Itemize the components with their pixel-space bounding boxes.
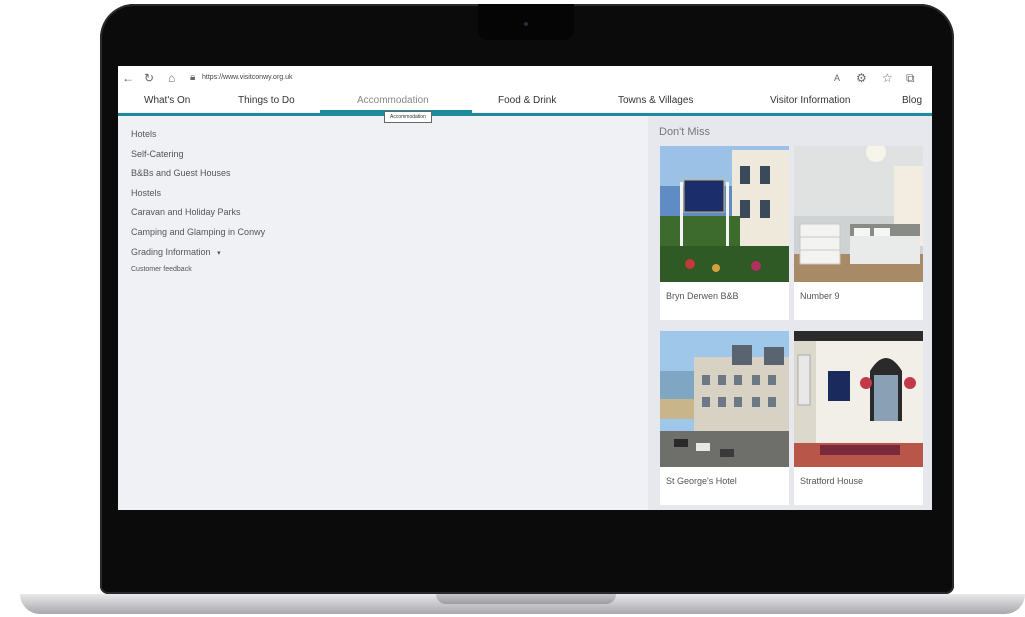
nav-food-drink[interactable]: Food & Drink	[498, 94, 556, 108]
card-title: Stratford House	[800, 476, 864, 486]
camera-icon	[524, 22, 528, 26]
menu-item-hotels[interactable]: Hotels	[131, 128, 157, 140]
card-bryn-derwen[interactable]: Bryn Derwen B&B	[660, 146, 789, 320]
menu-item-hostels[interactable]: Hostels	[131, 187, 161, 199]
nav-whats-on[interactable]: What's On	[144, 94, 190, 108]
collections-icon[interactable]: ⧉	[906, 70, 915, 86]
read-aloud-icon[interactable]: A	[834, 70, 840, 86]
browser-toolbar: ← ↻ ⌂ 🔒︎ https://www.visitconwy.org.uk A…	[118, 66, 932, 91]
nav-towns-villages[interactable]: Towns & Villages	[618, 94, 693, 108]
nav-things-to-do[interactable]: Things to Do	[238, 94, 295, 108]
menu-item-grading-information[interactable]: Grading Information ▾	[131, 246, 221, 260]
menu-item-caravan-holiday-parks[interactable]: Caravan and Holiday Parks	[131, 206, 241, 218]
card-title: St George's Hotel	[666, 476, 737, 486]
card-stratford-house[interactable]: Stratford House	[794, 331, 923, 505]
favorites-icon[interactable]: ☆	[882, 70, 893, 86]
chevron-down-icon: ▾	[217, 250, 221, 257]
refresh-icon[interactable]: ↻	[144, 70, 154, 86]
nav-accommodation[interactable]: Accommodation	[357, 94, 429, 108]
card-image	[660, 146, 789, 282]
menu-item-label: Grading Information	[131, 247, 211, 257]
card-image	[794, 331, 923, 467]
card-image	[794, 146, 923, 282]
card-image	[660, 331, 789, 467]
card-title: Number 9	[800, 291, 840, 301]
menu-item-self-catering[interactable]: Self-Catering	[131, 148, 184, 160]
extensions-icon[interactable]: ⚙	[856, 70, 867, 86]
card-title: Bryn Derwen B&B	[666, 291, 739, 301]
site-nav: What's On Things to Do Accommodation Foo…	[118, 90, 932, 112]
home-icon[interactable]: ⌂	[168, 70, 175, 86]
card-number-9[interactable]: Number 9	[794, 146, 923, 320]
nav-visitor-information[interactable]: Visitor Information	[770, 94, 850, 108]
laptop-base-notch	[436, 594, 616, 604]
card-st-georges-hotel[interactable]: St George's Hotel	[660, 331, 789, 505]
back-icon[interactable]: ←	[122, 70, 134, 86]
nav-tooltip: Accommodation	[384, 111, 432, 123]
menu-item-camping-glamping[interactable]: Camping and Glamping in Conwy	[131, 226, 265, 238]
menu-item-bnb-guest-houses[interactable]: B&Bs and Guest Houses	[131, 167, 231, 179]
address-bar[interactable]: https://www.visitconwy.org.uk	[202, 72, 293, 84]
lock-icon[interactable]: 🔒︎	[190, 70, 195, 86]
dont-miss-title: Don't Miss	[659, 126, 710, 138]
menu-item-customer-feedback[interactable]: Customer feedback	[131, 264, 192, 276]
nav-blog[interactable]: Blog	[902, 94, 922, 108]
screen: ← ↻ ⌂ 🔒︎ https://www.visitconwy.org.uk A…	[118, 66, 932, 510]
